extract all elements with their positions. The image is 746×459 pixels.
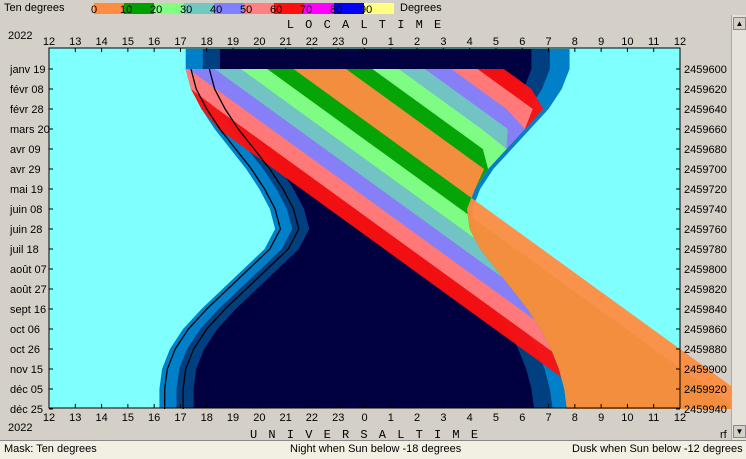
date-label: août 07	[10, 264, 47, 276]
hour-tick-bottom: 23	[332, 412, 344, 424]
jd-label: 2459700	[684, 164, 727, 176]
status-mask: Mask: Ten degrees	[4, 443, 97, 455]
date-label: mars 20	[10, 124, 50, 136]
hour-tick-bottom: 18	[201, 412, 213, 424]
hour-tick-bottom: 16	[148, 412, 160, 424]
status-bar: Mask: Ten degrees Night when Sun below -…	[0, 440, 746, 459]
jd-label: 2459820	[684, 284, 727, 296]
hour-tick-top: 11	[648, 36, 659, 48]
date-label: déc 05	[10, 384, 43, 396]
hour-tick-bottom: 0	[361, 412, 367, 424]
hour-tick-top: 8	[572, 36, 578, 48]
date-label: sept 16	[10, 304, 46, 316]
hour-tick-top: 7	[545, 36, 551, 48]
hour-tick-top: 10	[621, 36, 633, 48]
title-local-time: L O C A L T I M E	[287, 18, 443, 32]
jd-label: 2459880	[684, 344, 727, 356]
hour-tick-bottom: 11	[648, 412, 659, 424]
jd-label: 2459640	[684, 104, 727, 116]
jd-label: 2459800	[684, 264, 727, 276]
hour-tick-bottom: 20	[253, 412, 265, 424]
hour-tick-top: 5	[493, 36, 499, 48]
hour-tick-bottom: 10	[621, 412, 633, 424]
hour-tick-bottom: 13	[69, 412, 81, 424]
hour-tick-bottom: 2	[414, 412, 420, 424]
year-bottom: 2022	[8, 422, 32, 434]
hour-tick-bottom: 4	[467, 412, 473, 424]
jd-label: 2459620	[684, 84, 727, 96]
hour-tick-bottom: 1	[388, 412, 394, 424]
jd-label: 2459740	[684, 204, 727, 216]
jd-label: 2459680	[684, 144, 727, 156]
date-label: avr 29	[10, 164, 41, 176]
jd-label: 2459940	[684, 404, 727, 416]
date-label: juin 08	[9, 204, 42, 216]
date-label: oct 26	[10, 344, 40, 356]
hour-tick-bottom: 8	[572, 412, 578, 424]
date-label: août 27	[10, 284, 47, 296]
hour-tick-top: 20	[253, 36, 265, 48]
hour-tick-top: 4	[467, 36, 473, 48]
status-dusk: Dusk when Sun below -12 degrees	[572, 443, 743, 455]
hour-tick-top: 12	[43, 36, 55, 48]
jd-label: 2459900	[684, 364, 727, 376]
hour-tick-top: 9	[598, 36, 604, 48]
date-label: févr 08	[10, 84, 44, 96]
hour-tick-top: 1	[388, 36, 394, 48]
hour-tick-top: 18	[201, 36, 213, 48]
jd-label: 2459860	[684, 324, 727, 336]
hour-tick-bottom: 6	[519, 412, 525, 424]
jd-label: 2459920	[684, 384, 727, 396]
hour-tick-bottom: 14	[95, 412, 107, 424]
hour-tick-top: 12	[674, 36, 686, 48]
hour-tick-top: 13	[69, 36, 81, 48]
year-top: 2022	[8, 30, 32, 42]
status-night: Night when Sun below -18 degrees	[290, 443, 462, 455]
mask-label: Ten degrees	[4, 2, 65, 14]
date-label: janv 19	[9, 64, 45, 76]
hour-tick-bottom: 7	[545, 412, 551, 424]
jd-label: 2459720	[684, 184, 727, 196]
hour-tick-bottom: 22	[306, 412, 318, 424]
hour-tick-top: 22	[306, 36, 318, 48]
date-label: juin 28	[9, 224, 42, 236]
hour-tick-bottom: 12	[43, 412, 55, 424]
hour-tick-top: 17	[174, 36, 186, 48]
hour-tick-top: 0	[361, 36, 367, 48]
date-label: févr 28	[10, 104, 44, 116]
scroll-up-icon[interactable]: ▲	[733, 17, 746, 30]
hour-tick-bottom: 15	[122, 412, 134, 424]
date-label: nov 15	[10, 364, 43, 376]
vertical-scrollbar[interactable]: ▲ ▼	[731, 15, 746, 440]
date-label: juil 18	[9, 244, 39, 256]
jd-label: 2459780	[684, 244, 727, 256]
hour-tick-bottom: 5	[493, 412, 499, 424]
hour-tick-top: 16	[148, 36, 160, 48]
hour-tick-bottom: 19	[227, 412, 239, 424]
hour-tick-top: 6	[519, 36, 525, 48]
hour-tick-bottom: 9	[598, 412, 604, 424]
hour-tick-top: 15	[122, 36, 134, 48]
night-chart: 0 10 20 30 40 50 60 70 80 90L O C A L T I M EU N …	[8, 3, 746, 442]
jd-label: 2459660	[684, 124, 727, 136]
hour-tick-bottom: 21	[280, 412, 292, 424]
hour-tick-top: 23	[332, 36, 344, 48]
jd-label: 2459760	[684, 224, 727, 236]
hour-tick-top: 19	[227, 36, 239, 48]
jd-label: 2459840	[684, 304, 727, 316]
date-label: déc 25	[10, 404, 43, 416]
scroll-down-icon[interactable]: ▼	[733, 425, 746, 438]
hour-tick-top: 14	[95, 36, 107, 48]
legend-bar: Ten degrees Degrees	[0, 0, 746, 17]
units-label: Degrees	[400, 2, 442, 14]
jd-label: 2459600	[684, 64, 727, 76]
date-label: avr 09	[10, 144, 41, 156]
hour-tick-top: 21	[280, 36, 292, 48]
hour-tick-top: 2	[414, 36, 420, 48]
hour-tick-bottom: 17	[174, 412, 186, 424]
hour-tick-bottom: 3	[440, 412, 446, 424]
date-label: mai 19	[10, 184, 43, 196]
hour-tick-top: 3	[440, 36, 446, 48]
date-label: oct 06	[10, 324, 40, 336]
